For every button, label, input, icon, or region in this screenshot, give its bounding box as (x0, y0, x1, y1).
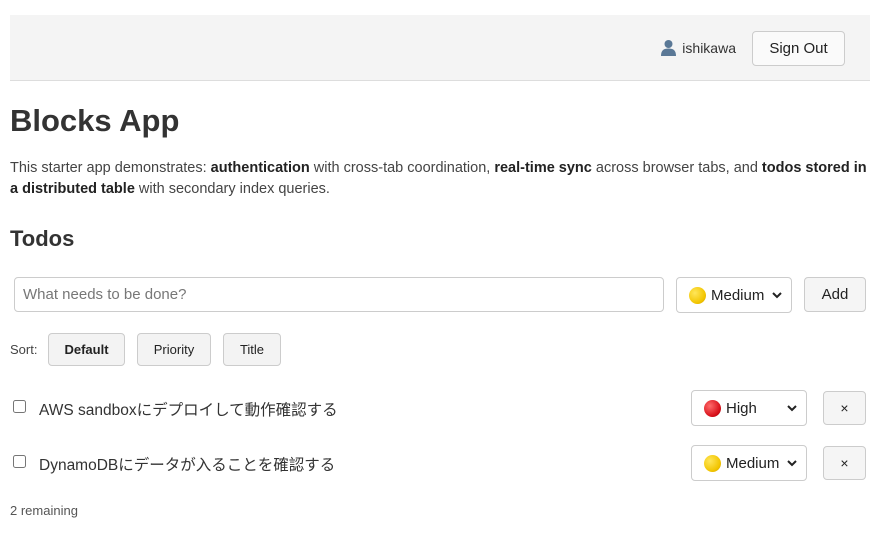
chevron-down-icon (784, 400, 800, 416)
chevron-down-icon (769, 287, 785, 303)
todos-heading: Todos (10, 226, 75, 251)
todo-priority-select[interactable]: High (691, 390, 807, 426)
page-title: Blocks App (10, 103, 180, 138)
add-todo-button[interactable]: Add (804, 277, 866, 312)
delete-todo-button[interactable]: × (823, 446, 866, 480)
priority-value: High (726, 399, 757, 417)
sort-title-button[interactable]: Title (223, 333, 281, 366)
sort-priority-button[interactable]: Priority (137, 333, 211, 366)
priority-value: Medium (726, 454, 780, 472)
user-icon (660, 39, 677, 56)
priority-dot-icon (689, 286, 706, 304)
user-info: ishikawa (660, 39, 736, 56)
priority-value: Medium (711, 286, 765, 304)
sort-default-button[interactable]: Default (48, 333, 125, 366)
new-todo-input[interactable] (14, 277, 664, 312)
sign-out-button[interactable]: Sign Out (752, 31, 845, 66)
todo-priority-select[interactable]: Medium (691, 445, 807, 481)
chevron-down-icon (784, 455, 800, 471)
app-description: This starter app demonstrates: authentic… (10, 160, 867, 197)
sort-label: Sort: (10, 342, 38, 357)
delete-todo-button[interactable]: × (823, 391, 866, 425)
priority-dot-icon (704, 399, 721, 417)
priority-dot-icon (704, 454, 721, 472)
todo-checkbox[interactable] (13, 455, 26, 468)
new-todo-priority-select[interactable]: Medium (676, 277, 792, 313)
todo-text: DynamoDBにデータが入ることを確認する (39, 457, 336, 474)
username: ishikawa (682, 39, 736, 56)
todo-item: AWS sandboxにデプロイして動作確認する High × (10, 390, 870, 426)
remaining-count: 2 remaining (10, 503, 78, 518)
todo-checkbox[interactable] (13, 400, 26, 413)
todo-text: AWS sandboxにデプロイして動作確認する (39, 402, 338, 419)
todo-item: DynamoDBにデータが入ることを確認する Medium × (10, 445, 870, 481)
top-bar: ishikawa Sign Out (10, 15, 870, 81)
